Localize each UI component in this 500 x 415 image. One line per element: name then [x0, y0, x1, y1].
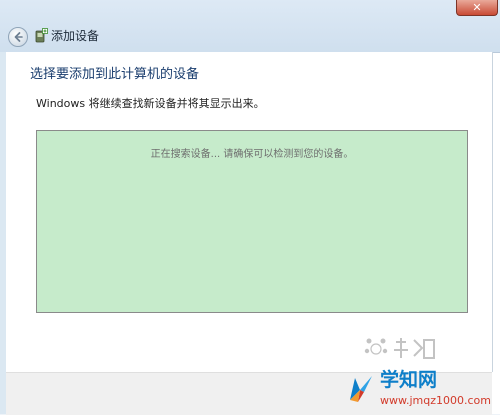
watermark-url: www.jmqz1000.com [380, 394, 491, 407]
back-arrow-icon [14, 32, 23, 42]
watermark-brand: 学知网 [380, 369, 438, 391]
back-button[interactable] [8, 27, 28, 47]
add-device-window: ✕ 添加设备 选择要添加到此计算机的设备 Windows 将继续查找新设备并将其… [0, 0, 500, 415]
device-list-area[interactable]: 正在搜索设备... 请确保可以检测到您的设备。 [36, 130, 468, 313]
close-button[interactable]: ✕ [456, 0, 498, 16]
close-icon: ✕ [472, 1, 482, 14]
searching-status: 正在搜索设备... 请确保可以检测到您的设备。 [150, 149, 354, 160]
page-heading: 选择要添加到此计算机的设备 [30, 67, 200, 82]
watermark-stamp-icon [364, 338, 435, 359]
watermark-logo-icon [350, 376, 372, 402]
info-text: Windows 将继续查找新设备并将其显示出来。 [36, 97, 265, 110]
window-title: 添加设备 [51, 29, 100, 43]
add-device-icon [35, 28, 48, 43]
